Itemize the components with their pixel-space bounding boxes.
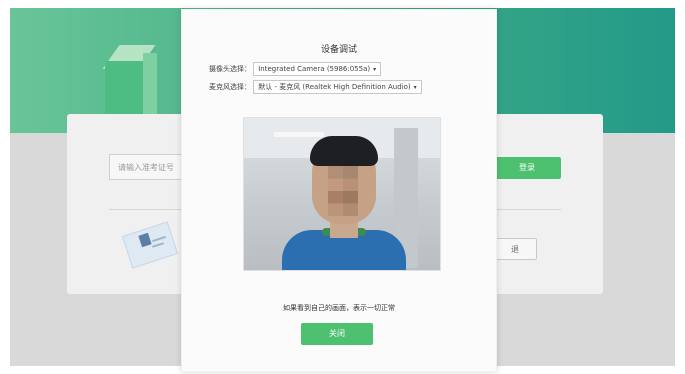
caret-down-icon: ▾ <box>373 66 377 73</box>
box-icon <box>102 43 160 123</box>
id-card-icon <box>121 220 182 269</box>
camera-label: 摄像头选择： <box>209 65 251 73</box>
camera-preview <box>243 117 441 271</box>
mic-label: 麦克风选择： <box>209 83 251 91</box>
secondary-button[interactable]: 退 <box>493 238 537 260</box>
camera-select-row: 摄像头选择： Integrated Camera (5986:055a) ▾ <box>209 62 382 76</box>
camera-select[interactable]: Integrated Camera (5986:055a) ▾ <box>253 62 382 76</box>
device-check-modal: 设备调试 摄像头选择： Integrated Camera (5986:055a… <box>181 9 497 372</box>
mic-select[interactable]: 默认 - 麦克风 (Realtek High Definition Audio)… <box>253 80 422 94</box>
login-button[interactable]: 登录 <box>493 157 561 179</box>
mic-select-value: 默认 - 麦克风 (Realtek High Definition Audio) <box>258 83 411 91</box>
caret-down-icon: ▾ <box>413 84 417 91</box>
close-button[interactable]: 关闭 <box>301 323 373 345</box>
camera-hint-text: 如果看到自己的画面，表示一切正常 <box>283 304 395 312</box>
camera-select-value: Integrated Camera (5986:055a) <box>258 65 371 73</box>
mic-select-row: 麦克风选择： 默认 - 麦克风 (Realtek High Definition… <box>209 80 422 94</box>
modal-title: 设备调试 <box>320 45 357 55</box>
face-mosaic <box>328 166 358 216</box>
